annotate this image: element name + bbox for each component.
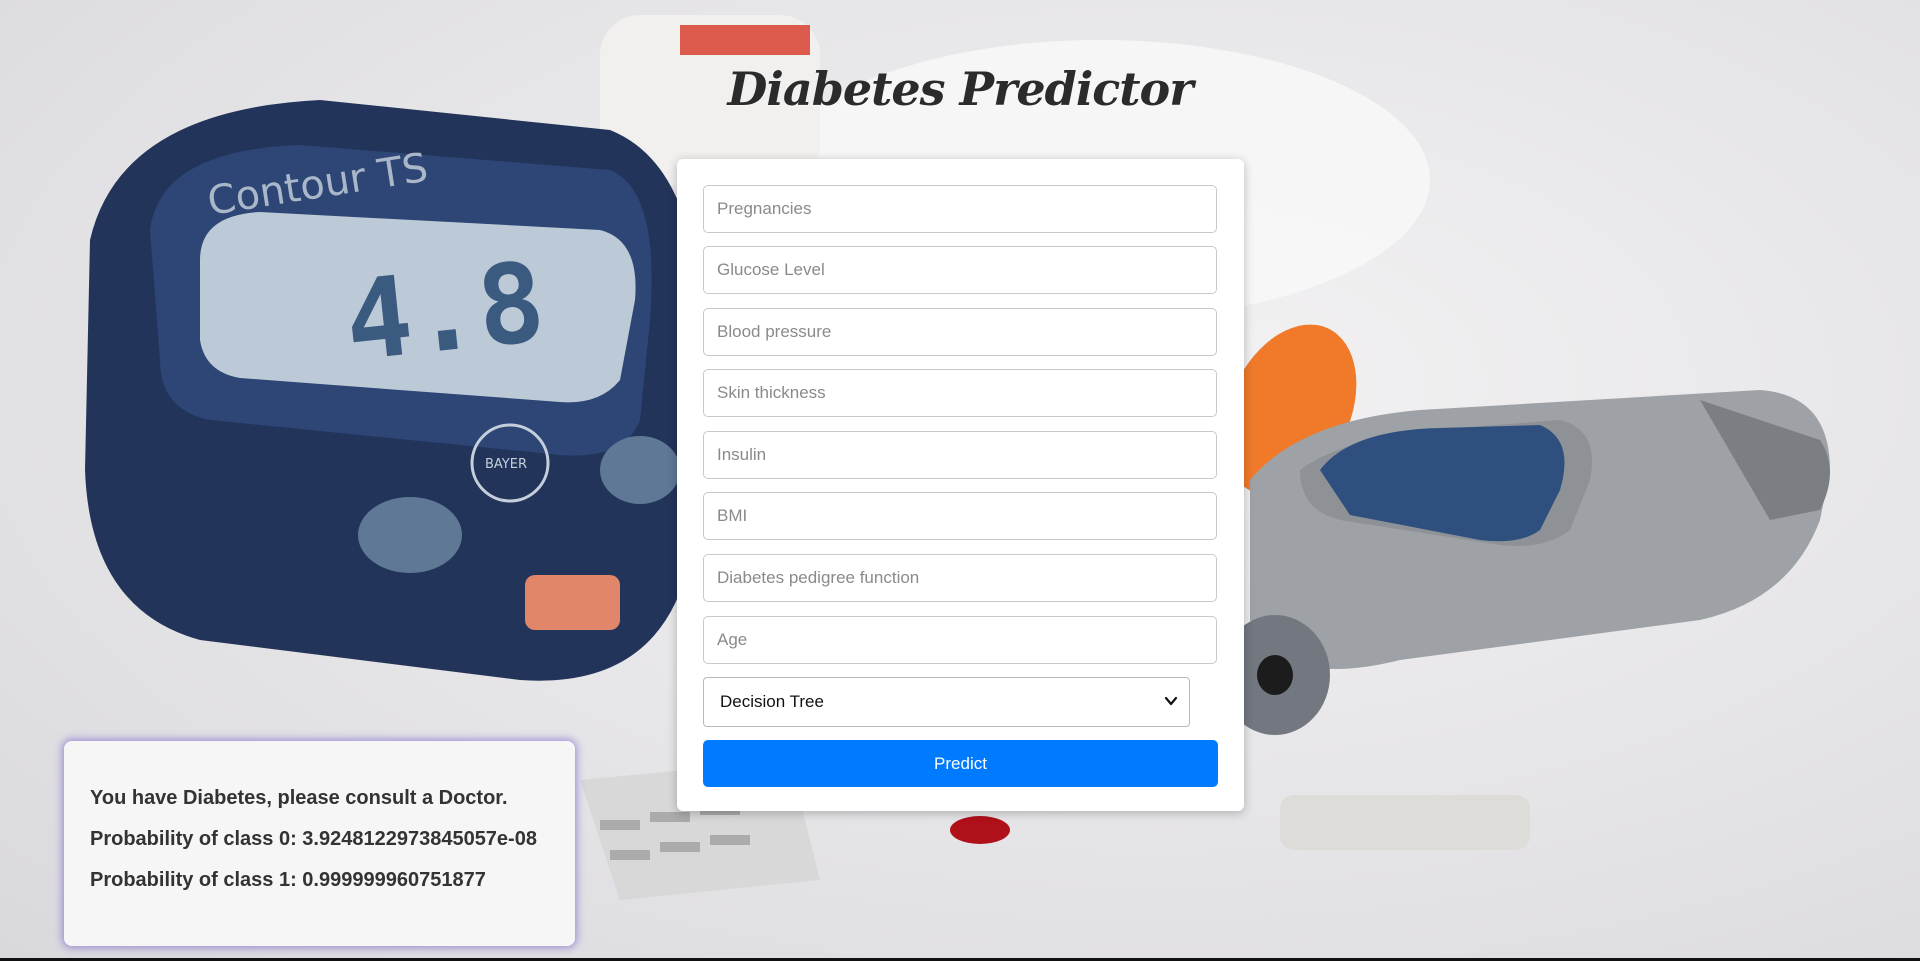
class0-probability: Probability of class 0: 3.92481229738450… [90, 828, 537, 850]
blood-pressure-input[interactable] [703, 308, 1217, 356]
result-panel: You have Diabetes, please consult a Doct… [64, 741, 575, 946]
bmi-input[interactable] [703, 492, 1217, 540]
meter-reading-text: 4.8 [339, 238, 550, 386]
class1-probability: Probability of class 1: 0.99999996075187… [90, 869, 486, 891]
prediction-form: Decision Tree Predict [677, 159, 1244, 811]
page-title: Diabetes Predictor [727, 62, 1194, 116]
model-select[interactable]: Decision Tree [703, 677, 1190, 727]
insulin-input[interactable] [703, 431, 1217, 479]
age-input[interactable] [703, 616, 1217, 664]
diabetes-pedigree-input[interactable] [703, 554, 1217, 602]
skin-thickness-input[interactable] [703, 369, 1217, 417]
pregnancies-input[interactable] [703, 185, 1217, 233]
model-select-value: Decision Tree [720, 692, 824, 711]
glucose-level-input[interactable] [703, 246, 1217, 294]
result-message: You have Diabetes, please consult a Doct… [90, 787, 508, 809]
chevron-down-icon [1164, 696, 1178, 706]
predict-button[interactable]: Predict [703, 740, 1218, 787]
maker-logo-text: BAYER [485, 457, 527, 472]
